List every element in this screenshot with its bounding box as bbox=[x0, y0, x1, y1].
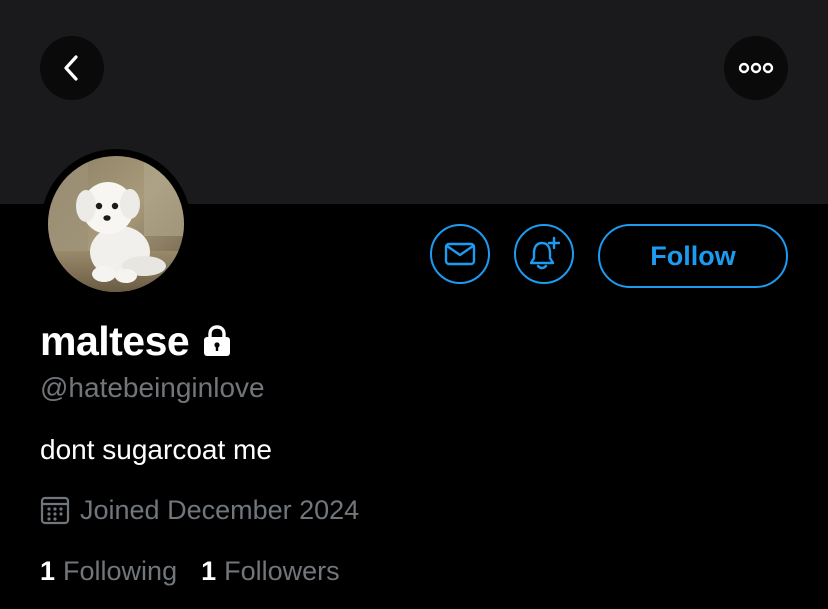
following-label: Following bbox=[63, 555, 178, 586]
joined-date: Joined December 2024 bbox=[40, 492, 359, 528]
followers-count: 1 bbox=[201, 555, 217, 586]
followers-link[interactable]: 1 Followers bbox=[201, 556, 340, 587]
lock-icon bbox=[201, 324, 233, 358]
follow-button[interactable]: Follow bbox=[598, 224, 788, 288]
back-button[interactable] bbox=[40, 36, 104, 100]
joined-text: Joined December 2024 bbox=[80, 494, 360, 525]
calendar-icon bbox=[40, 495, 70, 525]
following-link[interactable]: 1 Following bbox=[40, 556, 177, 587]
following-count: 1 bbox=[40, 555, 56, 586]
display-name: maltese bbox=[40, 317, 190, 364]
followers-label: Followers bbox=[224, 555, 340, 586]
user-handle: @hatebeinginlove bbox=[40, 372, 265, 403]
avatar-image bbox=[48, 156, 184, 292]
more-options-button[interactable] bbox=[724, 36, 788, 100]
notifications-button[interactable] bbox=[514, 224, 574, 284]
avatar[interactable] bbox=[48, 156, 184, 292]
more-dots-icon bbox=[738, 62, 774, 74]
follow-stats: 1 Following 1 Followers bbox=[40, 553, 340, 589]
name-row: maltese bbox=[40, 316, 233, 366]
envelope-icon bbox=[444, 242, 476, 266]
bell-plus-icon bbox=[529, 236, 561, 270]
bio: dont sugarcoat me bbox=[40, 434, 272, 465]
message-button[interactable] bbox=[430, 224, 490, 284]
follow-button-label: Follow bbox=[650, 240, 736, 271]
chevron-left-icon bbox=[64, 55, 78, 81]
